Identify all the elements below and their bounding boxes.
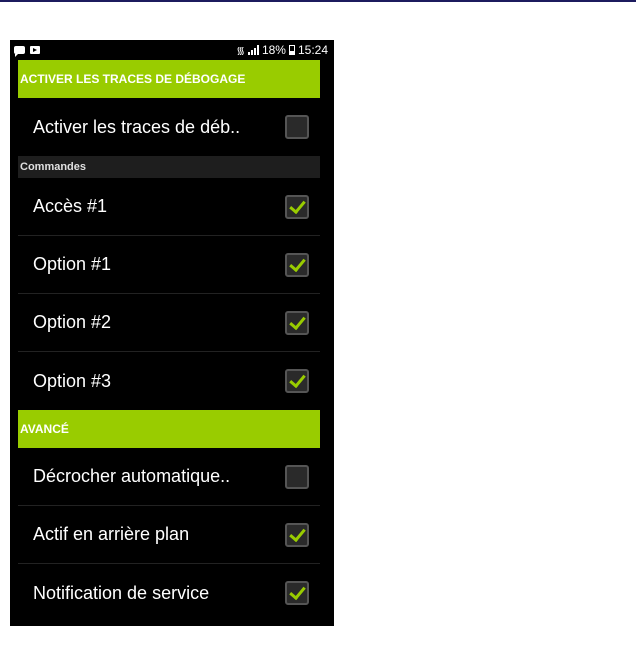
pref-label: Option #2 <box>33 312 112 332</box>
pref-label: Option #3 <box>33 370 112 391</box>
section-header-avance: AVANCÉ <box>18 410 320 448</box>
pref-label: Activer les traces de déb.. <box>33 116 241 137</box>
checkbox-service-notification[interactable] <box>285 581 309 605</box>
phone-screen: ᯾ 18% 15:24 ACTIVER LES TRACES DE DÉBOGA… <box>10 40 334 626</box>
top-rule <box>0 0 636 2</box>
pref-row-auto-answer[interactable]: Décrocher automatique.. <box>18 448 320 506</box>
checkbox-background[interactable] <box>285 522 309 547</box>
category-header-commandes: Commandes <box>18 156 320 178</box>
pref-row-acces-1[interactable]: Accès #1 <box>18 178 320 236</box>
section-header-debug: ACTIVER LES TRACES DE DÉBOGAGE <box>18 60 320 98</box>
status-bar: ᯾ 18% 15:24 <box>10 40 334 60</box>
pref-row-debug-traces[interactable]: Activer les traces de déb.. <box>18 98 320 156</box>
wifi-icon: ᯾ <box>236 46 245 57</box>
checkbox-auto-answer[interactable] <box>285 464 309 489</box>
pref-row-option-1[interactable]: Option #1 <box>18 236 320 294</box>
pref-label: Option #1 <box>33 254 112 274</box>
pref-label: Notification de service <box>33 582 210 603</box>
message-icon <box>14 46 25 57</box>
video-icon <box>30 46 40 54</box>
checkbox-option-2[interactable] <box>285 310 309 335</box>
battery-percent: 18% <box>261 43 286 57</box>
status-time: 15:24 <box>297 43 328 57</box>
checkbox-option-1[interactable] <box>285 252 309 277</box>
checkbox-acces-1[interactable] <box>285 194 309 219</box>
signal-icon <box>247 45 259 55</box>
pref-label: Décrocher automatique.. <box>33 466 231 486</box>
pref-row-option-3[interactable]: Option #3 <box>18 352 320 410</box>
pref-row-service-notification[interactable]: Notification de service <box>18 564 320 622</box>
checkbox-option-3[interactable] <box>285 369 309 393</box>
pref-label: Accès #1 <box>33 196 108 216</box>
pref-row-background[interactable]: Actif en arrière plan <box>18 506 320 564</box>
pref-row-option-2[interactable]: Option #2 <box>18 294 320 352</box>
checkbox-debug-traces[interactable] <box>285 115 309 139</box>
battery-icon <box>288 45 295 55</box>
pref-label: Actif en arrière plan <box>33 524 190 544</box>
